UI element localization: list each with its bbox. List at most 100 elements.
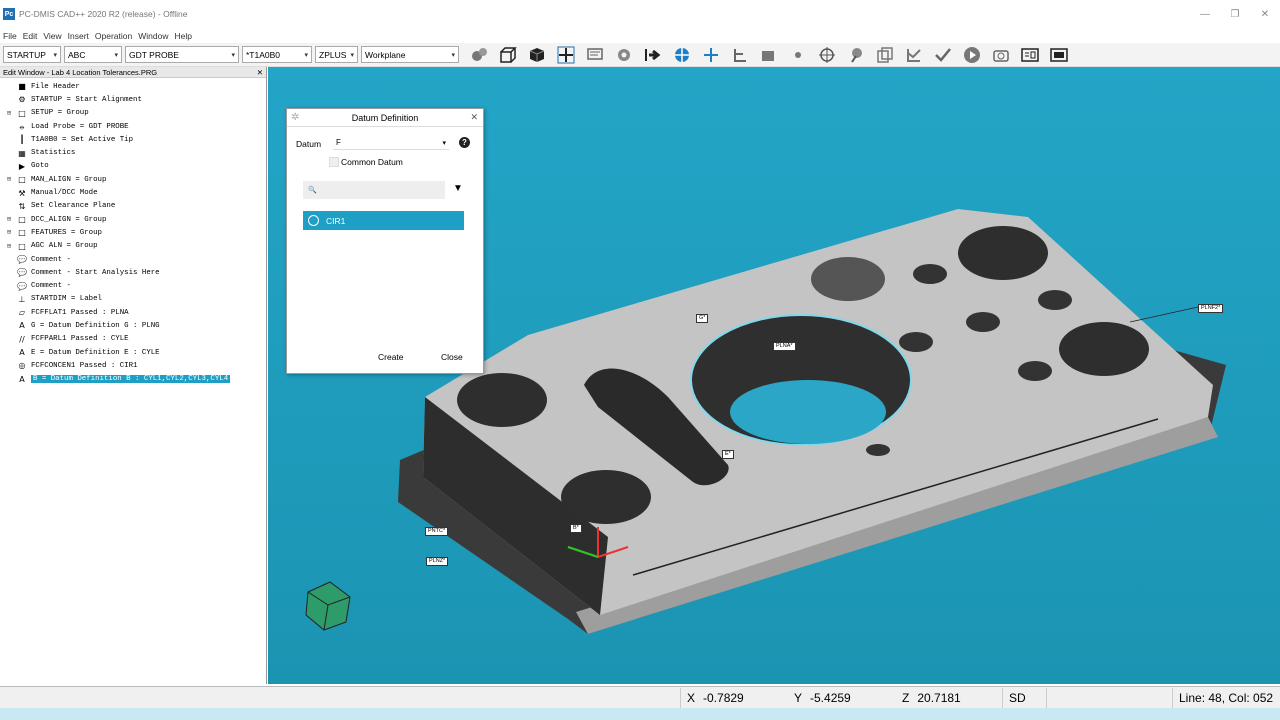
menu-file[interactable]: File — [3, 31, 17, 41]
feature-tag[interactable]: PLNF2* — [1198, 304, 1224, 313]
filter-icon[interactable]: ▼ — [453, 183, 463, 194]
common-datum-checkbox[interactable] — [329, 157, 339, 167]
feature-list-item[interactable]: CIR1 — [303, 211, 464, 230]
graph-icon[interactable] — [759, 45, 779, 65]
tree-item-label: E = Datum Definition E : CYLE — [31, 348, 160, 357]
command-type-icon: 💬 — [17, 281, 27, 291]
tree-item[interactable]: ▶ Goto — [0, 160, 266, 173]
view-combo[interactable]: ZPLUS ▾ — [315, 46, 358, 63]
tree-item[interactable]: A B = Datum Definition B : CYL1,CYL2,CYL3… — [0, 373, 266, 386]
probe-target-icon[interactable] — [672, 45, 692, 65]
tree-item[interactable]: ⊞ □ SETUP = Group — [0, 107, 266, 120]
feature-tag[interactable]: PLNA* — [773, 342, 796, 351]
tree-item[interactable]: ⊥ STARTDIM = Label — [0, 293, 266, 306]
feature-tag[interactable]: PNTC* — [425, 527, 449, 536]
tree-item[interactable]: 💬 Comment - — [0, 279, 266, 292]
menu-help[interactable]: Help — [174, 31, 191, 41]
create-button[interactable]: Create — [378, 352, 404, 362]
combo-value: STARTUP — [7, 49, 46, 60]
tree-item[interactable]: ▦ Statistics — [0, 146, 266, 159]
line-col-readout: Line: 48, Col: 052 — [1172, 687, 1280, 708]
z-readout: Z 20.7181 — [896, 688, 1002, 708]
orientation-cube-icon[interactable] — [305, 581, 351, 631]
checkmark-icon[interactable] — [933, 45, 953, 65]
close-window-button[interactable]: ✕ — [1250, 0, 1280, 28]
expand-icon[interactable]: ⊞ — [5, 109, 13, 118]
tree-item[interactable]: ⊞ □ MAN_ALIGN = Group — [0, 173, 266, 186]
wireframe-cube-icon[interactable] — [498, 45, 518, 65]
tree-item[interactable]: A E = Datum Definition E : CYLE — [0, 346, 266, 359]
camera-icon[interactable] — [991, 45, 1011, 65]
close-button[interactable]: Close — [441, 352, 463, 362]
arrow-right-icon[interactable] — [643, 45, 663, 65]
workplane-combo[interactable]: Workplane ▾ — [361, 46, 459, 63]
z-value: 20.7181 — [917, 690, 961, 705]
gears-icon[interactable] — [469, 45, 489, 65]
tip-combo[interactable]: *T1A0B0 ▾ — [242, 46, 312, 63]
crosshair-icon[interactable] — [817, 45, 837, 65]
datum-select[interactable]: F ▾ — [333, 136, 449, 150]
expand-icon[interactable]: ⊞ — [5, 242, 13, 251]
tree-item[interactable]: // FCFPARL1 Passed : CYLE — [0, 333, 266, 346]
command-type-icon: ▱ — [18, 308, 26, 318]
menu-operation[interactable]: Operation — [95, 31, 132, 41]
dialog-title-bar[interactable]: ✲ Datum Definition ✕ — [287, 109, 483, 127]
tree-item[interactable]: ⊞ □ AGC ALN = Group — [0, 240, 266, 253]
feature-tag[interactable]: E* — [722, 450, 734, 459]
move-icon[interactable] — [556, 45, 576, 65]
expand-icon[interactable]: ⊞ — [5, 228, 13, 237]
command-type-icon: □ — [18, 215, 26, 225]
report-template-icon[interactable] — [1049, 45, 1069, 65]
location-icon[interactable] — [846, 45, 866, 65]
tree-item[interactable]: ◎ FCFCONCEN1 Passed : CIR1 — [0, 359, 266, 372]
probe-combo[interactable]: GDT PROBE ▾ — [125, 46, 239, 63]
minimize-button[interactable]: — — [1190, 0, 1220, 28]
hierarchy-icon[interactable] — [730, 45, 750, 65]
comment-icon[interactable] — [585, 45, 605, 65]
search-input[interactable]: 🔍 — [303, 181, 445, 199]
coordinate-combo[interactable]: ABC ▾ — [64, 46, 122, 63]
expand-icon[interactable]: ⊞ — [5, 175, 13, 184]
play-icon[interactable] — [962, 45, 982, 65]
dialog-close-icon[interactable]: ✕ — [470, 112, 478, 123]
tree-item[interactable]: 💬 Comment - Start Analysis Here — [0, 266, 266, 279]
feature-tag[interactable]: PLNZ* — [426, 557, 449, 566]
tree-item[interactable]: 💬 Comment - — [0, 253, 266, 266]
combo-value: Workplane — [365, 49, 406, 60]
tree-item[interactable]: ▱ FCFFLAT1 Passed : PLNA — [0, 306, 266, 319]
expand-icon[interactable]: ⊞ — [5, 215, 13, 224]
tree-item[interactable]: ⚙ STARTUP = Start Alignment — [0, 93, 266, 106]
feature-tag[interactable]: B* — [570, 524, 582, 533]
menu-insert[interactable]: Insert — [68, 31, 89, 41]
tree-item[interactable]: ⚒ Manual/DCC Mode — [0, 186, 266, 199]
settings-gear-icon[interactable] — [614, 45, 634, 65]
tree-item-label: Manual/DCC Mode — [31, 189, 98, 198]
tree-item[interactable]: ■ File Header — [0, 80, 266, 93]
report-icon[interactable] — [1020, 45, 1040, 65]
tree-item[interactable]: A G = Datum Definition G : PLNG — [0, 319, 266, 332]
tree-icon[interactable] — [904, 45, 924, 65]
menu-view[interactable]: View — [43, 31, 61, 41]
point-icon[interactable] — [788, 45, 808, 65]
tree-item-label: FCFFLAT1 Passed : PLNA — [31, 308, 129, 317]
tree-item[interactable]: ⊞ □ DCC_ALIGN = Group — [0, 213, 266, 226]
command-type-icon: ⦵ — [18, 121, 26, 131]
alignment-combo[interactable]: STARTUP ▾ — [3, 46, 61, 63]
feature-tag[interactable]: G* — [696, 314, 709, 323]
axis-icon[interactable] — [701, 45, 721, 65]
copy-icon[interactable] — [875, 45, 895, 65]
menu-window[interactable]: Window — [138, 31, 168, 41]
chevron-down-icon: ▾ — [350, 51, 354, 59]
tree-item-label: Comment - — [31, 255, 71, 264]
tree-item[interactable]: ⇅ Set Clearance Plane — [0, 200, 266, 213]
help-icon[interactable]: ? — [459, 137, 470, 148]
search-icon: 🔍 — [308, 187, 317, 194]
tree-item[interactable]: ┃ T1A0B0 = Set Active Tip — [0, 133, 266, 146]
menu-edit[interactable]: Edit — [23, 31, 38, 41]
tree-item[interactable]: ⦵ Load Probe = GDT PROBE — [0, 120, 266, 133]
chevron-down-icon: ▾ — [114, 51, 118, 59]
solid-cube-icon[interactable] — [527, 45, 547, 65]
edit-window-close-icon[interactable]: ✕ — [257, 68, 263, 77]
maximize-button[interactable]: ❐ — [1220, 0, 1250, 28]
tree-item[interactable]: ⊞ □ FEATURES = Group — [0, 226, 266, 239]
